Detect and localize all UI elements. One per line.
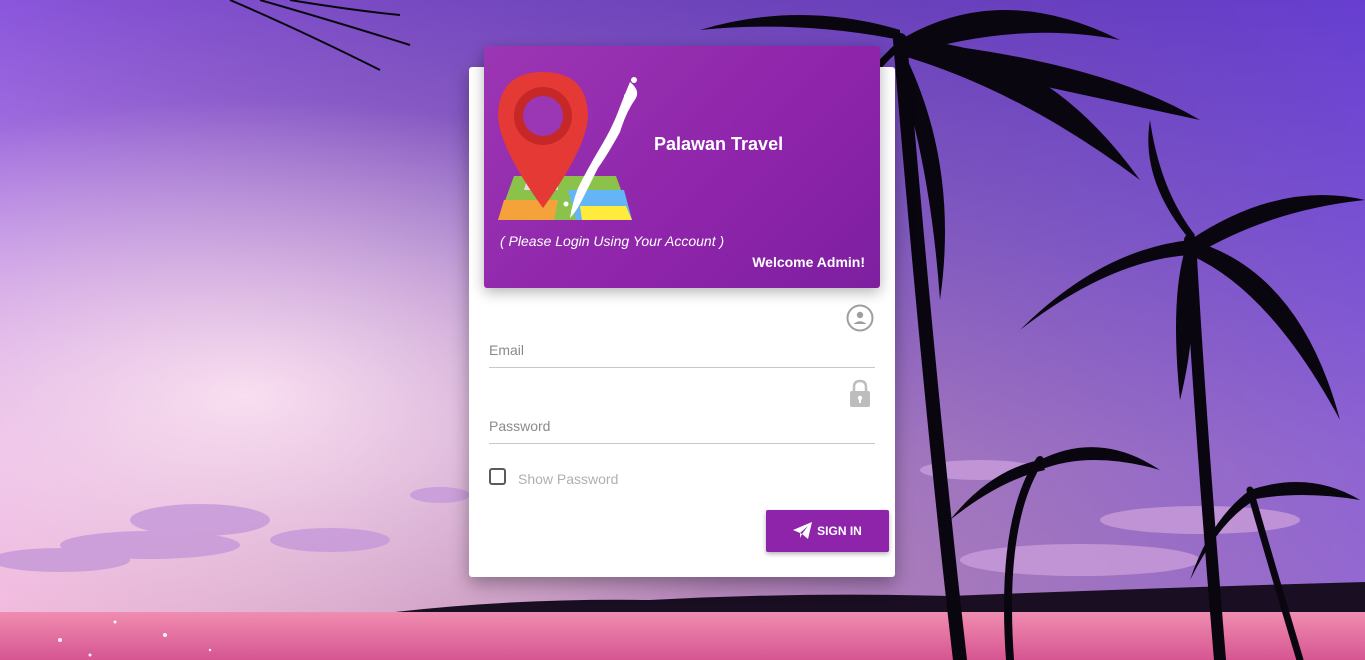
show-password-checkbox[interactable] — [489, 468, 506, 485]
password-field — [489, 409, 875, 444]
email-input[interactable] — [489, 335, 875, 365]
login-subtitle: ( Please Login Using Your Account ) — [500, 233, 725, 249]
brand-title: Palawan Travel — [654, 134, 784, 154]
show-password-label[interactable]: Show Password — [518, 471, 618, 487]
map-pin-logo-icon — [498, 72, 638, 220]
account-circle-icon — [846, 304, 874, 332]
sign-in-button[interactable]: SIGN IN — [766, 510, 889, 552]
email-field — [489, 333, 875, 368]
lock-icon — [850, 379, 870, 407]
sign-in-label: SIGN IN — [817, 524, 862, 538]
password-input[interactable] — [489, 411, 875, 441]
paper-plane-icon — [793, 522, 813, 539]
welcome-message: Welcome Admin! — [752, 254, 865, 270]
login-header: Palawan Travel ( Please Login Using Your… — [484, 46, 880, 288]
